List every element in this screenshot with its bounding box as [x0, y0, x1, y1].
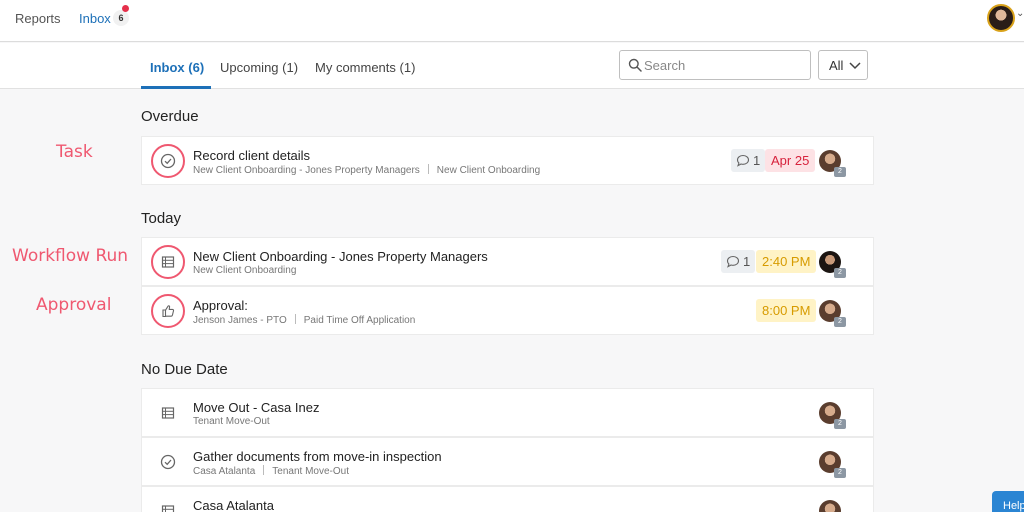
- row-subtitle: Casa Atalanta Tenant Move-Out: [193, 465, 349, 477]
- due-time-badge: 2:40 PM: [756, 250, 817, 273]
- chevron-down-icon: [849, 62, 861, 70]
- search-icon: [628, 58, 642, 72]
- row-title: Approval:: [193, 298, 248, 313]
- search-input[interactable]: [644, 55, 804, 75]
- row-subtitle: Tenant Move-Out: [193, 416, 270, 427]
- annotation-circle: [151, 144, 185, 178]
- row-title: New Client Onboarding - Jones Property M…: [193, 249, 488, 264]
- due-date-badge: Apr 25: [765, 149, 816, 172]
- annotation-circle: [151, 245, 185, 279]
- assignee-count-badge: 2: [834, 468, 846, 478]
- tab-bar: Inbox (6) Upcoming (1) My comments (1) A…: [0, 43, 1024, 89]
- section-title-today: Today: [141, 210, 182, 227]
- search-box[interactable]: [619, 50, 811, 80]
- check-circle-icon: [160, 454, 176, 470]
- nav-link-inbox[interactable]: Inbox: [79, 11, 111, 26]
- section-title-no-due-date: No Due Date: [141, 361, 228, 378]
- inbox-row[interactable]: Approval: Jenson James - PTO Paid Time Of…: [141, 286, 874, 335]
- nav-link-reports[interactable]: Reports: [15, 11, 61, 26]
- inbox-row[interactable]: Casa Atalanta: [141, 486, 874, 512]
- inbox-row[interactable]: New Client Onboarding - Jones Property M…: [141, 237, 874, 286]
- row-title: Move Out - Casa Inez: [193, 400, 320, 415]
- tab-my-comments[interactable]: My comments (1): [315, 60, 415, 75]
- tab-inbox[interactable]: Inbox (6): [150, 60, 204, 75]
- due-time-badge: 8:00 PM: [756, 299, 817, 322]
- active-tab-indicator: [141, 86, 211, 89]
- inbox-row[interactable]: Move Out - Casa Inez Tenant Move-Out 2: [141, 388, 874, 437]
- assignee-count-badge: 2: [834, 317, 846, 327]
- annotation-label-workflow-run: Workflow Run: [12, 246, 129, 266]
- inbox-row[interactable]: Gather documents from move-in inspection…: [141, 437, 874, 486]
- filter-selected-value: All: [829, 58, 844, 73]
- annotation-label-approval: Approval: [36, 295, 112, 315]
- row-title: Record client details: [193, 148, 311, 163]
- user-avatar[interactable]: [987, 4, 1015, 32]
- row-subtitle: New Client Onboarding - Jones Property M…: [193, 164, 541, 176]
- row-subtitle: New Client Onboarding: [193, 265, 297, 276]
- comment-icon: [736, 154, 750, 167]
- row-title: Casa Atalanta: [193, 498, 274, 512]
- list-icon: [161, 407, 175, 419]
- comment-icon: [726, 255, 740, 268]
- chevron-down-icon[interactable]: ⌄: [1016, 8, 1024, 19]
- filter-dropdown[interactable]: All: [818, 50, 868, 80]
- row-title: Gather documents from move-in inspection: [193, 449, 442, 464]
- inbox-count-badge: 6: [113, 10, 129, 26]
- help-button[interactable]: Help: [992, 491, 1024, 512]
- list-icon: [161, 505, 175, 512]
- assignee-count-badge: 2: [834, 268, 846, 278]
- annotation-circle: [151, 294, 185, 328]
- comment-count-badge[interactable]: 1: [721, 250, 755, 273]
- tab-upcoming[interactable]: Upcoming (1): [220, 60, 298, 75]
- assignee-avatar[interactable]: [819, 500, 841, 512]
- annotation-label-task: Task: [56, 142, 93, 162]
- comment-count-badge[interactable]: 1: [731, 149, 765, 172]
- assignee-count-badge: 2: [834, 167, 846, 177]
- row-subtitle: Jenson James - PTO Paid Time Off Applicat…: [193, 314, 416, 326]
- inbox-row[interactable]: Record client details New Client Onboard…: [141, 136, 874, 185]
- top-nav-bar: Reports Inbox 6 ⌄: [0, 0, 1024, 42]
- section-title-overdue: Overdue: [141, 108, 199, 125]
- notification-dot: [122, 5, 129, 12]
- assignee-count-badge: 2: [834, 419, 846, 429]
